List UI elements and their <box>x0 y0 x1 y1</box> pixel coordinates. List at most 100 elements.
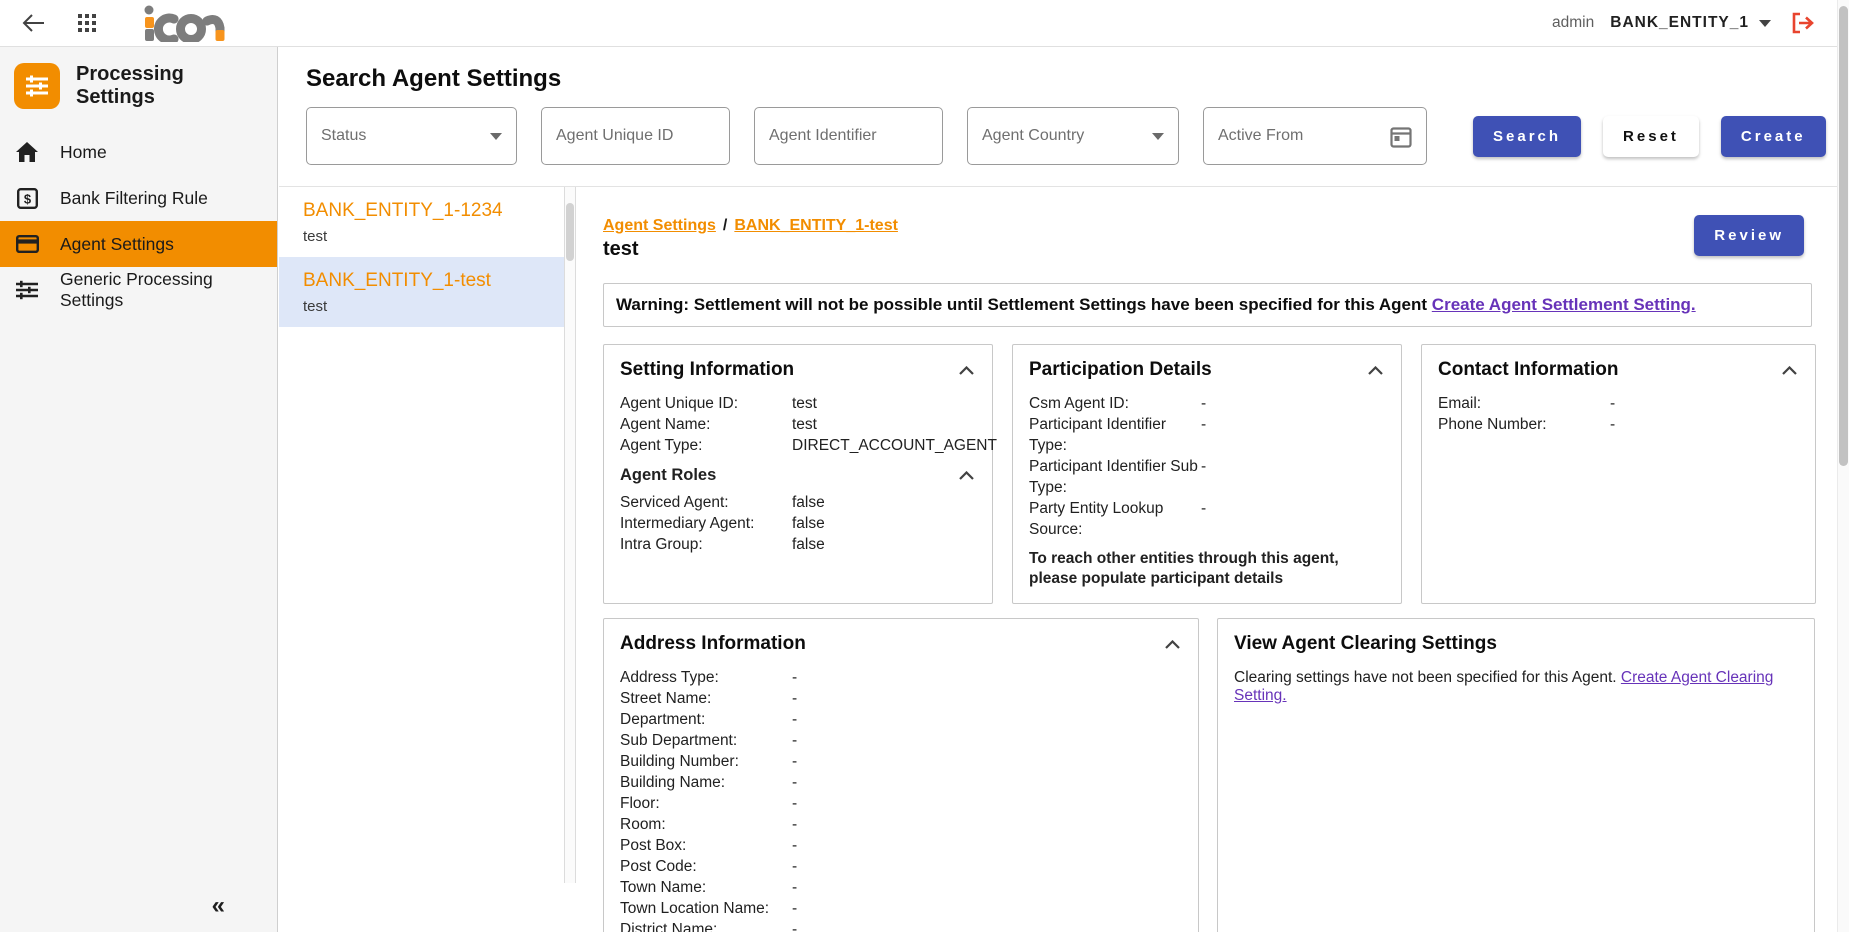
sidebar-title: Processing Settings <box>76 63 263 109</box>
agent-detail-panel: Agent Settings / BANK_ENTITY_1-test test… <box>576 187 1837 883</box>
agent-unique-id-input[interactable]: Agent Unique ID <box>541 107 730 165</box>
user-role-label: admin <box>1552 14 1594 32</box>
sidebar-item-label: Generic Processing Settings <box>60 269 263 311</box>
apps-grid-button[interactable] <box>74 10 100 36</box>
settlement-warning: Warning: Settlement will not be possible… <box>603 283 1812 327</box>
field-row: District Name:- <box>620 919 1182 932</box>
dollar-box-icon: $ <box>14 188 40 209</box>
chevron-up-icon <box>959 366 974 375</box>
collapse-card-button[interactable] <box>1366 364 1385 377</box>
reset-button[interactable]: Reset <box>1603 116 1699 157</box>
back-arrow-icon <box>22 14 44 32</box>
back-button[interactable] <box>18 10 48 36</box>
window-scrollbar-track <box>1837 0 1849 932</box>
create-button[interactable]: Create <box>1721 116 1826 157</box>
warning-text: Warning: Settlement will not be possible… <box>616 295 1427 314</box>
list-item-selected[interactable]: BANK_ENTITY_1-test test <box>279 257 576 327</box>
field-row: Floor:- <box>620 793 1182 814</box>
list-scrollbar-track <box>564 187 576 883</box>
breadcrumb-current-link[interactable]: BANK_ENTITY_1-test <box>734 217 898 235</box>
card-title: Contact Information <box>1438 359 1619 381</box>
collapse-card-button[interactable] <box>1163 638 1182 651</box>
topbar: admin BANK_ENTITY_1 <box>0 0 1837 47</box>
breadcrumb-separator: / <box>723 217 727 235</box>
app-window: admin BANK_ENTITY_1 <box>0 0 1849 932</box>
field-value: - <box>1201 414 1385 456</box>
list-item[interactable]: BANK_ENTITY_1-1234 test <box>279 187 576 257</box>
sidebar-collapse-button[interactable]: « <box>212 892 225 920</box>
field-value: test <box>792 414 976 435</box>
chevron-up-icon <box>1368 366 1383 375</box>
field-value: - <box>1610 414 1799 435</box>
agent-identifier-placeholder: Agent Identifier <box>769 127 877 145</box>
agent-country-select[interactable]: Agent Country <box>967 107 1179 165</box>
entity-selector[interactable]: BANK_ENTITY_1 <box>1610 14 1771 32</box>
participation-details-rows: Csm Agent ID:-Participant Identifier Typ… <box>1029 393 1385 540</box>
field-label: Floor: <box>620 793 792 814</box>
sidebar-item-home[interactable]: Home <box>0 129 277 175</box>
clearing-settings-card: View Agent Clearing Settings Clearing se… <box>1217 618 1815 932</box>
field-row: Csm Agent ID:- <box>1029 393 1385 414</box>
agent-roles-rows: Serviced Agent:falseIntermediary Agent:f… <box>620 492 976 555</box>
list-scrollbar-thumb[interactable] <box>566 203 574 261</box>
collapse-card-button[interactable] <box>1780 364 1799 377</box>
active-from-datepicker[interactable]: Active From <box>1203 107 1427 165</box>
clearing-settings-text: Clearing settings have not been specifie… <box>1234 669 1798 705</box>
field-value: - <box>792 751 1182 772</box>
field-label: Town Location Name: <box>620 898 792 919</box>
sidebar-item-bank-filtering-rule[interactable]: $ Bank Filtering Rule <box>0 175 277 221</box>
field-label: Town Name: <box>620 877 792 898</box>
search-button[interactable]: Search <box>1473 116 1581 157</box>
results-and-detail: BANK_ENTITY_1-1234 test BANK_ENTITY_1-te… <box>279 187 1837 883</box>
agent-identifier-input[interactable]: Agent Identifier <box>754 107 943 165</box>
sidebar-item-generic-processing-settings[interactable]: Generic Processing Settings <box>0 267 277 313</box>
field-row: Phone Number:- <box>1438 414 1799 435</box>
field-label: Department: <box>620 709 792 730</box>
field-value: - <box>792 688 1182 709</box>
result-name: BANK_ENTITY_1-1234 <box>303 200 552 222</box>
field-value: - <box>1201 393 1385 414</box>
chevron-down-icon <box>490 133 502 140</box>
agent-roles-title: Agent Roles <box>620 466 716 485</box>
chevron-up-icon <box>959 471 974 480</box>
window-scrollbar-thumb[interactable] <box>1839 6 1848 466</box>
card-title: View Agent Clearing Settings <box>1234 633 1497 655</box>
breadcrumb-agent-settings-link[interactable]: Agent Settings <box>603 217 716 235</box>
sidebar-header: Processing Settings <box>0 47 277 119</box>
field-row: Building Name:- <box>620 772 1182 793</box>
results-list: BANK_ENTITY_1-1234 test BANK_ENTITY_1-te… <box>279 187 576 883</box>
logout-button[interactable] <box>1787 8 1819 38</box>
sidebar-item-agent-settings[interactable]: Agent Settings <box>0 221 277 267</box>
field-row: Address Type:- <box>620 667 1182 688</box>
field-value: - <box>792 730 1182 751</box>
status-select[interactable]: Status <box>306 107 517 165</box>
field-label: Street Name: <box>620 688 792 709</box>
chevron-down-icon <box>1759 20 1771 27</box>
collapse-card-button[interactable] <box>957 364 976 377</box>
field-label: Address Type: <box>620 667 792 688</box>
card-title: Participation Details <box>1029 359 1212 381</box>
field-value: false <box>792 513 976 534</box>
icon-logo <box>144 5 236 41</box>
search-filter-bar: Status Agent Unique ID Agent Identifier … <box>306 107 1837 165</box>
contact-information-card: Contact Information Email:-Phone Number:… <box>1421 344 1816 604</box>
review-button[interactable]: Review <box>1694 215 1804 256</box>
field-label: Post Code: <box>620 856 792 877</box>
field-label: District Name: <box>620 919 792 932</box>
field-label: Phone Number: <box>1438 414 1610 435</box>
field-value: - <box>1201 498 1385 540</box>
field-value: - <box>792 814 1182 835</box>
agent-roles-subheader: Agent Roles <box>620 466 976 485</box>
field-label: Room: <box>620 814 792 835</box>
field-row: Agent Type:DIRECT_ACCOUNT_AGENT <box>620 435 976 456</box>
create-settlement-setting-link[interactable]: Create Agent Settlement Setting. <box>1432 295 1696 314</box>
collapse-agent-roles-button[interactable] <box>957 469 976 482</box>
sidebar: Processing Settings Home $ Bank Filterin… <box>0 47 278 932</box>
chevron-up-icon <box>1782 366 1797 375</box>
field-row: Sub Department:- <box>620 730 1182 751</box>
setting-information-card: Setting Information Agent Unique ID:test… <box>603 344 993 604</box>
status-select-label: Status <box>321 127 366 145</box>
tune-icon <box>14 279 40 301</box>
field-label: Serviced Agent: <box>620 492 792 513</box>
participation-details-card: Participation Details Csm Agent ID:-Part… <box>1012 344 1402 604</box>
